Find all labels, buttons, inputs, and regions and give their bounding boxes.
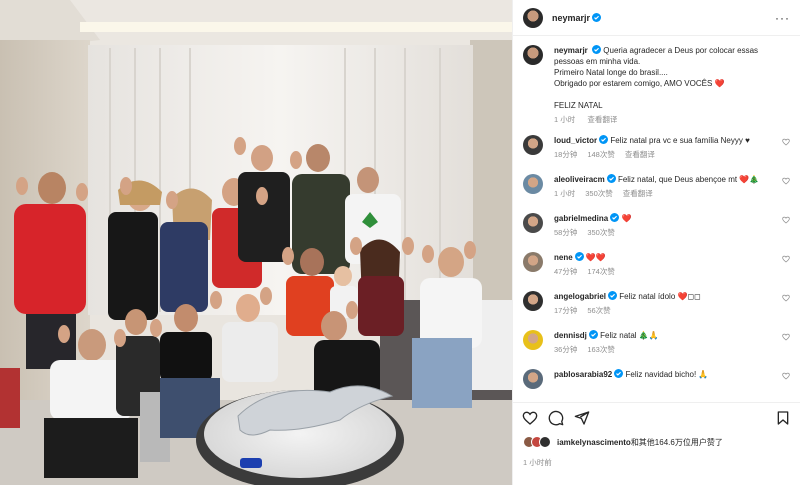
comment-text: Feliz natal pra vc e sua família Neyyy ♥: [610, 136, 750, 145]
commenter-avatar[interactable]: [523, 369, 543, 389]
comment-time: 1 小时: [554, 189, 576, 198]
comment-time: 17分钟: [554, 306, 578, 315]
author-username[interactable]: neymarjr: [552, 13, 590, 23]
comment-row: dennisdj Feliz natal 🎄🙏 36分钟 163次赞: [523, 330, 790, 369]
comment-time: 47分钟: [554, 267, 578, 276]
comment-text: Feliz natal, que Deus abençoe mt ❤️🎄: [617, 175, 760, 184]
comment-like-heart-icon[interactable]: [782, 138, 790, 146]
author-avatar[interactable]: [523, 7, 543, 28]
caption-author-avatar[interactable]: [523, 45, 543, 65]
comment-like-heart-icon[interactable]: [782, 372, 790, 380]
commenter-avatar[interactable]: [523, 135, 543, 155]
comment-icon[interactable]: [548, 410, 564, 426]
comment-text: Feliz navidad bicho! 🙏: [625, 370, 709, 379]
caption-line-2: Primeiro Natal longe do brasil....: [554, 68, 668, 77]
verified-badge-icon: [588, 330, 598, 339]
comment-row: gabrielmedina ❤️ 58分钟 350次赞: [523, 213, 790, 252]
save-bookmark-icon[interactable]: [775, 410, 791, 426]
like-heart-icon[interactable]: [522, 410, 538, 426]
post-header: neymarjr ···: [513, 0, 800, 36]
caption-translate-link[interactable]: 查看翻译: [587, 115, 617, 124]
commenter-avatar[interactable]: [523, 330, 543, 350]
comment-row: nene ❤️❤️ 47分钟 174次赞: [523, 252, 790, 291]
comment-time: 18分钟: [554, 150, 578, 159]
likes-count-text: 和其他164.6万位用户赞了: [630, 437, 723, 447]
caption-line-5: FELIZ NATAL: [554, 101, 603, 110]
comment-time: 58分钟: [554, 228, 578, 237]
comment-like-heart-icon[interactable]: [782, 177, 790, 185]
caption: neymarjr Queria agradecer a Deus por col…: [523, 45, 790, 135]
comment-likes[interactable]: 163次赞: [587, 345, 615, 354]
post-viewer: neymarjr ··· neymarjr Queria agradecer a…: [0, 0, 800, 485]
commenter-avatar[interactable]: [523, 252, 543, 272]
comment-likes[interactable]: 350次赞: [585, 189, 613, 198]
comment-translate-link[interactable]: 查看翻译: [623, 189, 653, 198]
commenter-username[interactable]: dennisdj: [554, 331, 587, 340]
comment-row: aleoliveiracm Feliz natal, que Deus aben…: [523, 174, 790, 213]
comment-like-heart-icon[interactable]: [782, 255, 790, 263]
comment-likes[interactable]: 56次赞: [587, 306, 610, 315]
liker-username[interactable]: iamkelynascimento: [557, 438, 631, 447]
comment-text: ❤️❤️: [585, 253, 606, 262]
comment-text: ❤️: [621, 214, 632, 223]
caption-time: 1 小时: [554, 115, 576, 124]
post-side-panel: neymarjr ··· neymarjr Queria agradecer a…: [512, 0, 800, 485]
comment-row: angelogabriel Feliz natal ídolo ❤️◻◻ 17分钟…: [523, 291, 790, 330]
verified-badge-icon: [610, 213, 620, 222]
caption-line-4: [554, 89, 790, 100]
commenter-username[interactable]: angelogabriel: [554, 292, 606, 301]
commenter-avatar[interactable]: [523, 291, 543, 311]
commenter-username[interactable]: loud_victor: [554, 136, 597, 145]
comment-text: Feliz natal 🎄🙏: [600, 331, 659, 340]
commenter-username[interactable]: nene: [554, 253, 573, 262]
comment-translate-link[interactable]: 查看翻译: [625, 150, 655, 159]
comments-list[interactable]: neymarjr Queria agradecer a Deus por col…: [513, 37, 800, 400]
group-photo-illustration: [0, 0, 512, 485]
comment-like-heart-icon[interactable]: [782, 216, 790, 224]
verified-badge-icon: [592, 45, 602, 54]
comment-row: pablosarabia92 Feliz navidad bicho! 🙏: [523, 369, 790, 400]
verified-badge-icon: [599, 135, 609, 144]
share-icon[interactable]: [574, 410, 590, 426]
action-bar: [513, 402, 800, 432]
commenter-username[interactable]: aleoliveiracm: [554, 175, 605, 184]
verified-badge-icon: [574, 252, 584, 261]
liker-avatars: [523, 436, 551, 448]
commenter-username[interactable]: pablosarabia92: [554, 370, 612, 379]
comment-time: 36分钟: [554, 345, 578, 354]
comment-row: loud_victor Feliz natal pra vc e sua fam…: [523, 135, 790, 174]
comment-likes[interactable]: 148次赞: [587, 150, 615, 159]
verified-badge-icon: [592, 13, 602, 22]
more-options-icon[interactable]: ···: [775, 11, 790, 25]
comment-likes[interactable]: 350次赞: [587, 228, 615, 237]
commenter-avatar[interactable]: [523, 213, 543, 233]
commenter-avatar[interactable]: [523, 174, 543, 194]
comment-text: Feliz natal ídolo ❤️◻◻: [619, 292, 701, 301]
verified-badge-icon: [608, 291, 618, 300]
comment-likes[interactable]: 174次赞: [587, 267, 615, 276]
commenter-username[interactable]: gabrielmedina: [554, 214, 608, 223]
post-timestamp: 1 小时前: [523, 458, 552, 467]
comment-like-heart-icon[interactable]: [782, 294, 790, 302]
comment-like-heart-icon[interactable]: [782, 333, 790, 341]
verified-badge-icon: [614, 369, 624, 378]
post-photo[interactable]: [0, 0, 512, 485]
caption-author[interactable]: neymarjr: [554, 46, 588, 55]
likes-summary[interactable]: iamkelynascimento和其他164.6万位用户赞了: [523, 436, 790, 448]
verified-badge-icon: [606, 174, 616, 183]
caption-line-3: Obrigado por estarem comigo, AMO VOCÊS ❤…: [554, 79, 725, 88]
